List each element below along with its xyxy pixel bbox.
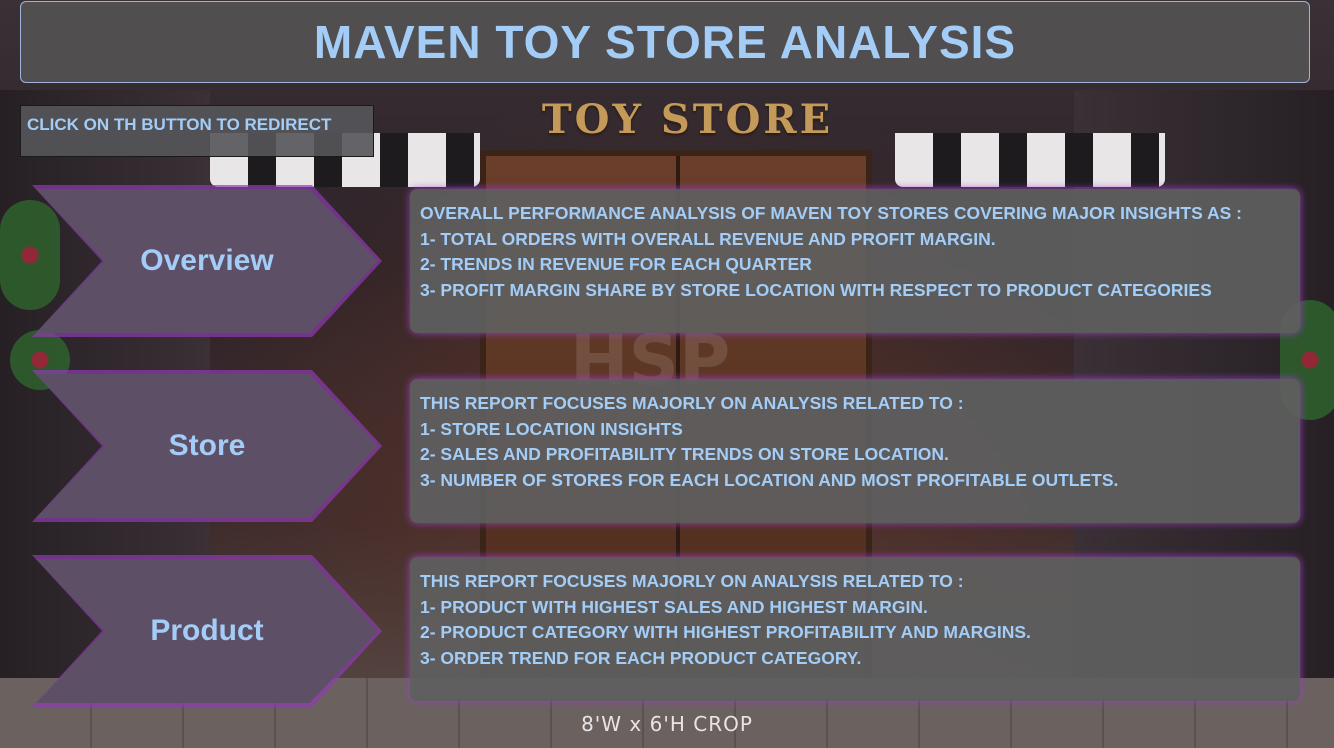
toy-store-sign: TOY STORE [541, 96, 834, 143]
overview-label: Overview [140, 244, 274, 277]
panel-line: 1- PRODUCT WITH HIGHEST SALES AND HIGHES… [420, 596, 928, 617]
overview-description-panel: OVERALL PERFORMANCE ANALYSIS OF MAVEN TO… [410, 189, 1300, 333]
panel-line: THIS REPORT FOCUSES MAJORLY ON ANALYSIS … [420, 393, 964, 413]
awning-right [895, 133, 1165, 187]
panel-line: 3- ORDER TREND FOR EACH PRODUCT CATEGORY… [420, 647, 862, 668]
overview-button[interactable]: Overview [32, 185, 382, 337]
panel-line: 2- SALES AND PROFITABILITY TRENDS ON STO… [420, 444, 949, 464]
panel-line: 3- PROFIT MARGIN SHARE BY STORE LOCATION… [420, 279, 1212, 300]
panel-line: OVERALL PERFORMANCE ANALYSIS OF MAVEN TO… [420, 203, 1242, 223]
panel-line: 3- NUMBER OF STORES FOR EACH LOCATION AN… [420, 469, 1119, 490]
panel-line: 2- PRODUCT CATEGORY WITH HIGHEST PROFITA… [420, 622, 1031, 642]
store-label: Store [168, 429, 246, 462]
page-title: MAVEN TOY STORE ANALYSIS [313, 16, 1017, 68]
redirect-hint: CLICK ON TH BUTTON TO REDIRECT [20, 105, 374, 157]
panel-line: 1- STORE LOCATION INSIGHTS [420, 418, 683, 439]
panel-line: 1- TOTAL ORDERS WITH OVERALL REVENUE AND… [420, 228, 996, 249]
store-button[interactable]: Store [32, 370, 382, 522]
product-description-panel: THIS REPORT FOCUSES MAJORLY ON ANALYSIS … [410, 557, 1300, 701]
store-description-panel: THIS REPORT FOCUSES MAJORLY ON ANALYSIS … [410, 379, 1300, 523]
product-label: Product [150, 614, 264, 647]
crop-caption: 8'W x 6'H CROP [581, 712, 753, 736]
title-bar: MAVEN TOY STORE ANALYSIS [20, 1, 1310, 83]
panel-line: 2- TRENDS IN REVENUE FOR EACH QUARTER [420, 254, 812, 274]
panel-line: THIS REPORT FOCUSES MAJORLY ON ANALYSIS … [420, 571, 964, 591]
product-button[interactable]: Product [32, 555, 382, 707]
